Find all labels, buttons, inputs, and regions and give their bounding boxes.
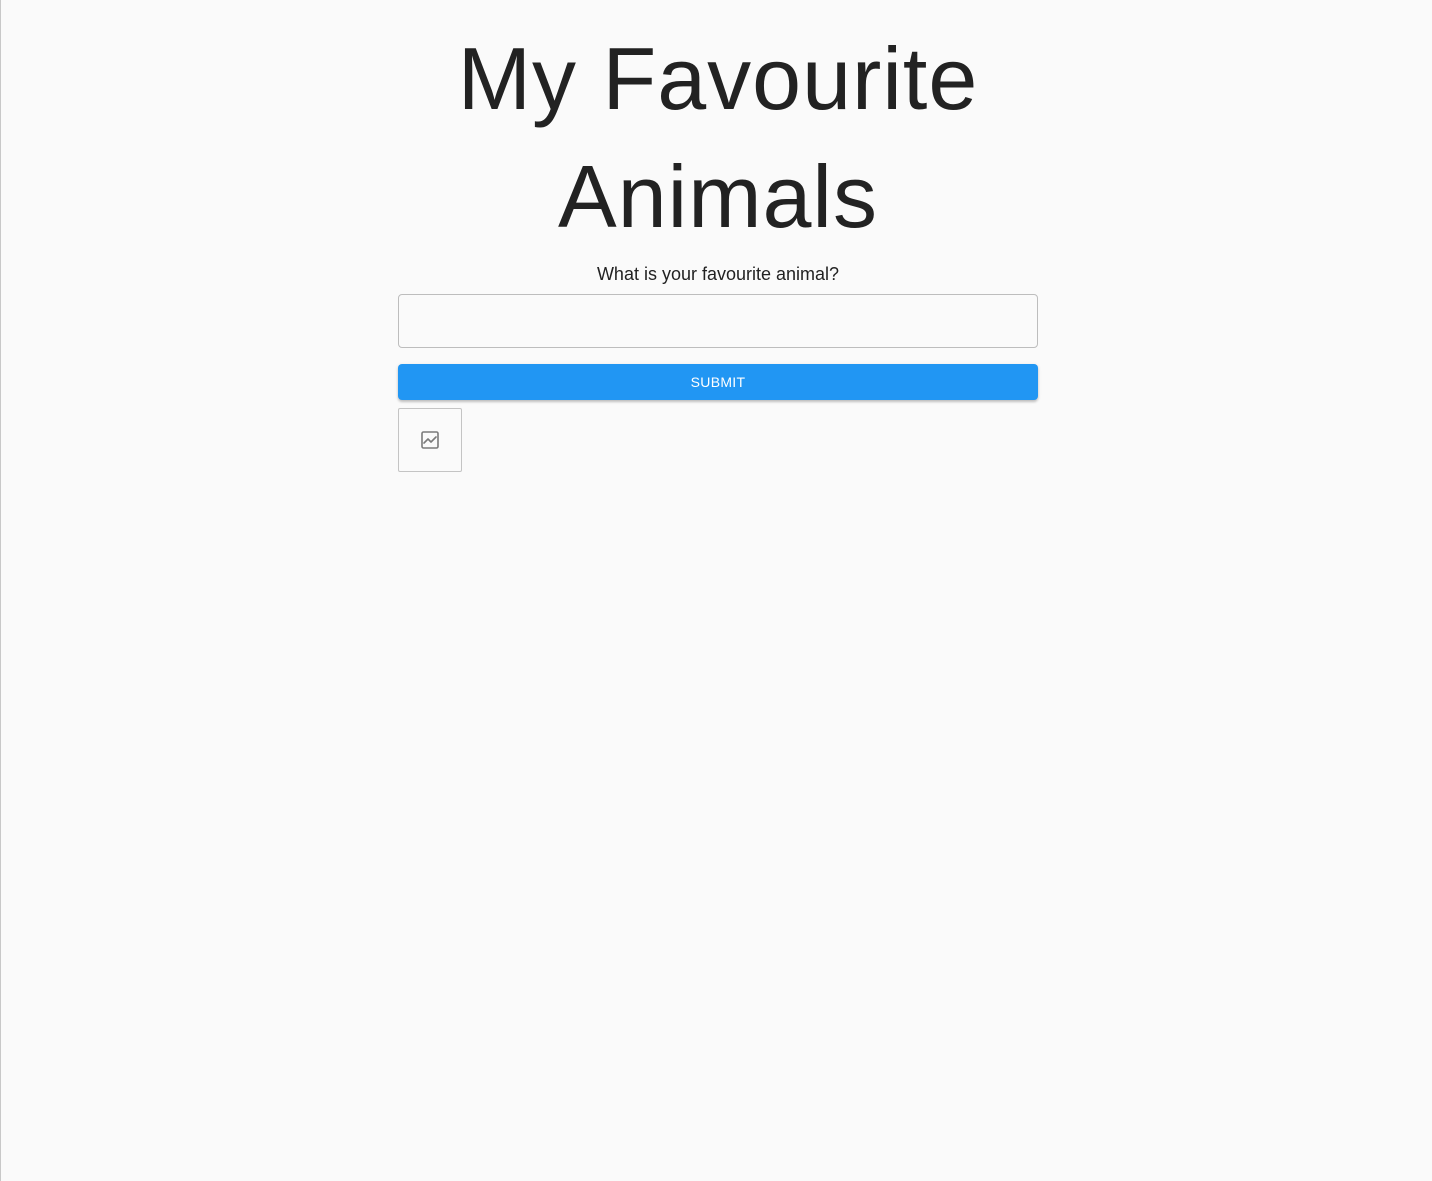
favourite-animal-input[interactable]	[398, 294, 1038, 348]
window-left-border	[0, 0, 1, 1181]
image-placeholder[interactable]	[398, 408, 462, 472]
submit-button[interactable]: SUBMIT	[398, 364, 1038, 400]
page-title: My Favourite Animals	[457, 29, 979, 246]
main-content: My Favourite Animals What is your favour…	[398, 0, 1038, 472]
image-icon	[420, 430, 440, 450]
question-label: What is your favourite animal?	[596, 264, 840, 284]
